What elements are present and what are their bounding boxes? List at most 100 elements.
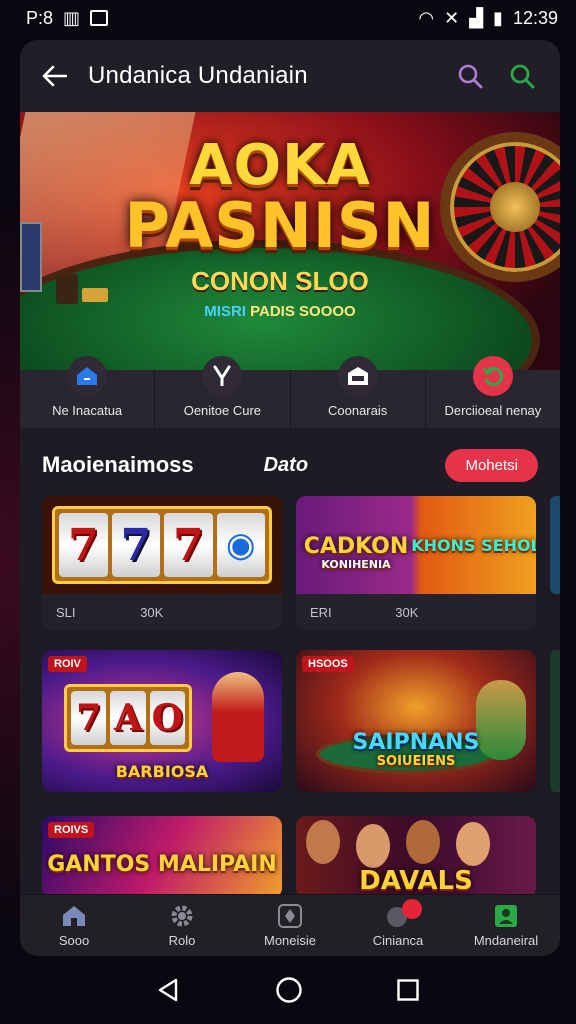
quick-action-label: Oenitoe Cure — [183, 403, 262, 418]
game-card-2[interactable]: CADKON KONIHENIA KHONS SEHOL ERI 30K — [296, 496, 536, 630]
home-circle-icon[interactable] — [275, 976, 303, 1009]
nav-money[interactable]: Moneisie — [236, 895, 344, 956]
hero-tagline-1: MISRI — [204, 303, 246, 320]
hero-text: AOKA PASNISN CONON SLOO MISRI PADIS SOOO… — [20, 133, 540, 321]
game-card-6[interactable]: DAVALS — [296, 816, 536, 898]
character-icon — [406, 820, 440, 864]
carousel-peek — [550, 496, 560, 594]
game-card-meta: ERI 30K — [296, 594, 536, 630]
nav-label: Moneisie — [263, 933, 317, 948]
app-window: Undanica Undaniain AOKA PASNISN CONON SL… — [20, 40, 560, 956]
nav-label: Sooo — [58, 933, 90, 948]
game-badge: ROIVS — [48, 822, 95, 838]
home-icon — [67, 356, 108, 396]
game-art-title-1: SAIPNANS — [352, 730, 480, 755]
quick-actions: Ne Inacatua Oenitoe Cure Coonarais Derci… — [20, 356, 560, 428]
character-icon — [212, 672, 264, 762]
game-card-5[interactable]: ROIVS GANTOS MALIPAIN — [42, 816, 282, 898]
search-icon[interactable] — [450, 56, 490, 96]
back-arrow-icon[interactable] — [38, 60, 70, 92]
notification-badge — [402, 899, 422, 919]
game-card-image: DAVALS — [296, 816, 536, 898]
section-title: Maoienaimoss — [42, 452, 194, 477]
section-subtitle: Dato — [263, 453, 309, 476]
hero-subtitle: CONON SLOO — [191, 266, 369, 296]
hero-tagline: MISRI PADIS SOOOO — [20, 303, 540, 320]
reel: ◉ — [216, 513, 265, 577]
game-art-title-3: KHONS SEHOL — [411, 536, 536, 555]
status-left: P:8 ▥ — [26, 7, 109, 29]
page-title: Undanica Undaniain — [88, 62, 308, 89]
quick-action-label: Derciioeal nenay — [444, 403, 542, 418]
quick-action-1[interactable]: Ne Inacatua — [20, 356, 156, 428]
nav-home[interactable]: Sooo — [20, 895, 128, 956]
quick-action-2[interactable]: Oenitoe Cure — [155, 356, 291, 428]
game-card-image: 7 7 7 ◉ — [42, 496, 282, 594]
hero-banner[interactable]: AOKA PASNISN CONON SLOO MISRI PADIS SOOO… — [20, 112, 560, 370]
search-icon[interactable] — [502, 56, 542, 96]
hero-tagline-2: PADIS SOOOO — [250, 303, 356, 320]
mute-icon: ✕ — [444, 7, 460, 28]
game-art-title: DAVALS — [359, 866, 473, 896]
gallery-icon: ▥ — [63, 7, 81, 28]
bottom-nav: Sooo Rolo Moneisie Cinianca Mndaneiral — [20, 894, 560, 956]
profile-icon — [492, 903, 520, 929]
back-icon[interactable] — [156, 977, 182, 1008]
section-header: Maoienaimoss Dato Mohetsi — [20, 428, 560, 502]
character-icon — [306, 820, 340, 864]
game-art-title-2: SOIUEIENS — [376, 754, 456, 769]
hero-headline-2: PASNISN — [124, 189, 436, 262]
home-icon — [60, 903, 88, 929]
photo-icon — [90, 10, 109, 26]
game-art-title: BARBIOSA — [115, 762, 209, 781]
game-card-3[interactable]: ROIV 7 A O BARBIOSA — [42, 650, 282, 792]
status-time: 12:39 — [512, 7, 558, 28]
game-art-title-2: KONIHENIA — [321, 558, 391, 571]
reel: 7 — [111, 513, 160, 577]
gear-icon — [168, 903, 196, 929]
game-card-meta: SLI 30K — [42, 594, 282, 630]
reel: O — [149, 691, 185, 745]
nav-finance[interactable]: Cinianca — [344, 895, 452, 956]
game-card-1[interactable]: 7 7 7 ◉ SLI 30K — [42, 496, 282, 630]
status-right: ◠ ✕ ▟ ▮ 12:39 — [418, 8, 558, 29]
recents-icon[interactable] — [396, 978, 420, 1007]
game-meta-right: 30K — [395, 604, 419, 620]
game-badge: HSOOS — [302, 656, 354, 672]
game-meta-right: 30K — [140, 604, 164, 620]
carousel-peek — [550, 650, 560, 792]
top-app-bar: Undanica Undaniain — [20, 40, 560, 112]
wifi-icon: ◠ — [418, 7, 435, 28]
reel: 7 — [164, 513, 213, 577]
nav-label: Cinianca — [372, 933, 424, 948]
game-card-image: CADKON KONIHENIA KHONS SEHOL — [296, 496, 536, 594]
nav-label: Mndaneiral — [473, 933, 539, 948]
hero-headline-1: AOKA — [189, 133, 371, 198]
refresh-icon — [472, 356, 513, 396]
game-badge: ROIV — [48, 656, 87, 672]
status-bar: P:8 ▥ ◠ ✕ ▟ ▮ 12:39 — [0, 0, 576, 36]
system-nav-bar — [0, 960, 576, 1024]
quick-action-label: Ne Inacatua — [52, 403, 123, 418]
shield-icon — [276, 903, 304, 929]
character-icon — [456, 822, 490, 866]
game-card-image: ROIVS GANTOS MALIPAIN — [42, 816, 282, 898]
game-art-title: GANTOS MALIPAIN — [47, 852, 277, 877]
microphone-icon — [202, 356, 243, 396]
status-text: P:8 — [26, 7, 54, 28]
game-card-image: ROIV 7 A O BARBIOSA — [42, 650, 282, 792]
nav-label: Rolo — [168, 933, 196, 948]
nav-profile[interactable]: Mndaneiral — [452, 895, 560, 956]
character-icon — [356, 824, 390, 868]
game-card-4[interactable]: HSOOS SAIPNANS SOIUEIENS — [296, 650, 536, 792]
slot-reels: 7 7 7 ◉ — [52, 506, 272, 584]
nav-roles[interactable]: Rolo — [128, 895, 236, 956]
battery-icon: ▮ — [493, 7, 503, 28]
more-button[interactable]: Mohetsi — [445, 448, 538, 482]
signal-icon: ▟ — [469, 7, 484, 28]
quick-action-4[interactable]: Derciioeal nenay — [426, 356, 560, 428]
reel: 7 — [71, 691, 107, 745]
game-card-image: HSOOS SAIPNANS SOIUEIENS — [296, 650, 536, 792]
quick-action-label: Coonarais — [327, 403, 388, 418]
quick-action-3[interactable]: Coonarais — [291, 356, 426, 428]
